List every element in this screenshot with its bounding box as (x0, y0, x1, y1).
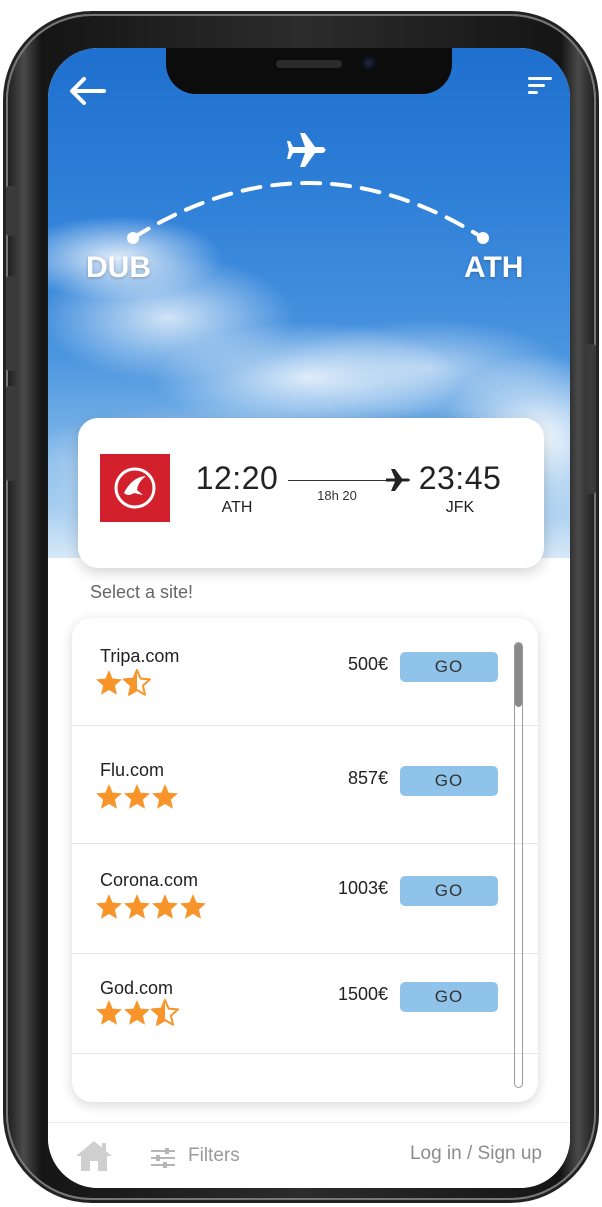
go-button[interactable]: GO (400, 876, 498, 906)
device-notch (166, 48, 452, 94)
camera (362, 56, 376, 70)
login-signup-link[interactable]: Log in / Sign up (410, 1143, 542, 1165)
scrollbar-thumb[interactable] (515, 643, 522, 707)
go-button[interactable]: GO (400, 982, 498, 1012)
departure-code: ATH (221, 499, 253, 516)
star-icon (96, 894, 122, 919)
star-half-icon (151, 999, 179, 1026)
list-item: Corona.com 1003€ GO (72, 844, 538, 954)
sort-icon[interactable] (524, 74, 554, 98)
go-button[interactable]: GO (400, 766, 498, 796)
filters-icon[interactable] (150, 1147, 176, 1169)
duration-line (288, 480, 386, 481)
arrival-time: 23:45 (418, 460, 502, 496)
list-item: Tripa.com 500€ GO (72, 618, 538, 726)
silent-switch (6, 186, 16, 236)
site-name: God.com (100, 978, 174, 998)
site-name: Corona.com (100, 870, 199, 890)
speaker (276, 60, 342, 68)
route-destination: ATH (464, 251, 524, 284)
airline-emblem-icon (114, 467, 156, 509)
arrival-block: 23:45 JFK (410, 460, 510, 517)
volume-up-button (6, 276, 16, 371)
site-price: 857€ (347, 768, 388, 788)
flight-card: 12:20 ATH 18h 20 23:45 JFK (78, 418, 544, 568)
star-icon (96, 784, 122, 809)
star-rating (94, 782, 178, 812)
star-icon (124, 784, 150, 809)
app-screen: DUB ATH 12:20 ATH 18h 20 23:45 JFK Selec… (48, 48, 570, 1188)
airline-logo (100, 454, 170, 522)
power-button (586, 344, 596, 494)
scrollbar[interactable] (514, 642, 523, 1088)
star-icon (124, 894, 150, 919)
list-item: Flu.com 857€ GO (72, 726, 538, 844)
arrival-code: JFK (445, 499, 475, 516)
flight-duration: 18h 20 (317, 488, 357, 503)
airplane-icon (287, 133, 326, 167)
star-icon (180, 894, 206, 919)
list-item: God.com 1500€ GO (72, 954, 538, 1054)
star-icon (96, 670, 122, 695)
site-name: Tripa.com (100, 646, 180, 666)
star-icon (96, 1000, 122, 1025)
site-price: 1003€ (337, 878, 388, 898)
star-rating (94, 892, 206, 922)
volume-down-button (6, 386, 16, 481)
star-icon (152, 894, 178, 919)
star-rating (94, 998, 179, 1028)
star-rating (94, 668, 151, 698)
go-button[interactable]: GO (400, 652, 498, 682)
back-arrow-icon[interactable] (68, 76, 108, 106)
filters-button[interactable]: Filters (188, 1145, 240, 1167)
site-price: 500€ (347, 654, 388, 674)
star-half-icon (123, 669, 151, 696)
site-price: 1500€ (337, 984, 388, 1004)
airplane-icon (386, 469, 410, 491)
star-icon (124, 1000, 150, 1025)
route-path (127, 133, 489, 244)
star-icon (152, 784, 178, 809)
select-site-label: Select a site! (90, 582, 194, 602)
route-origin: DUB (86, 251, 151, 284)
site-name: Flu.com (100, 760, 165, 780)
departure-time: 12:20 (195, 460, 279, 496)
site-list[interactable]: Tripa.com 500€ GO Flu.com 857€ GO Corona… (72, 618, 538, 1102)
departure-block: 12:20 ATH (192, 460, 282, 517)
home-icon[interactable] (74, 1139, 114, 1173)
bottom-nav: Filters Log in / Sign up (48, 1122, 570, 1188)
